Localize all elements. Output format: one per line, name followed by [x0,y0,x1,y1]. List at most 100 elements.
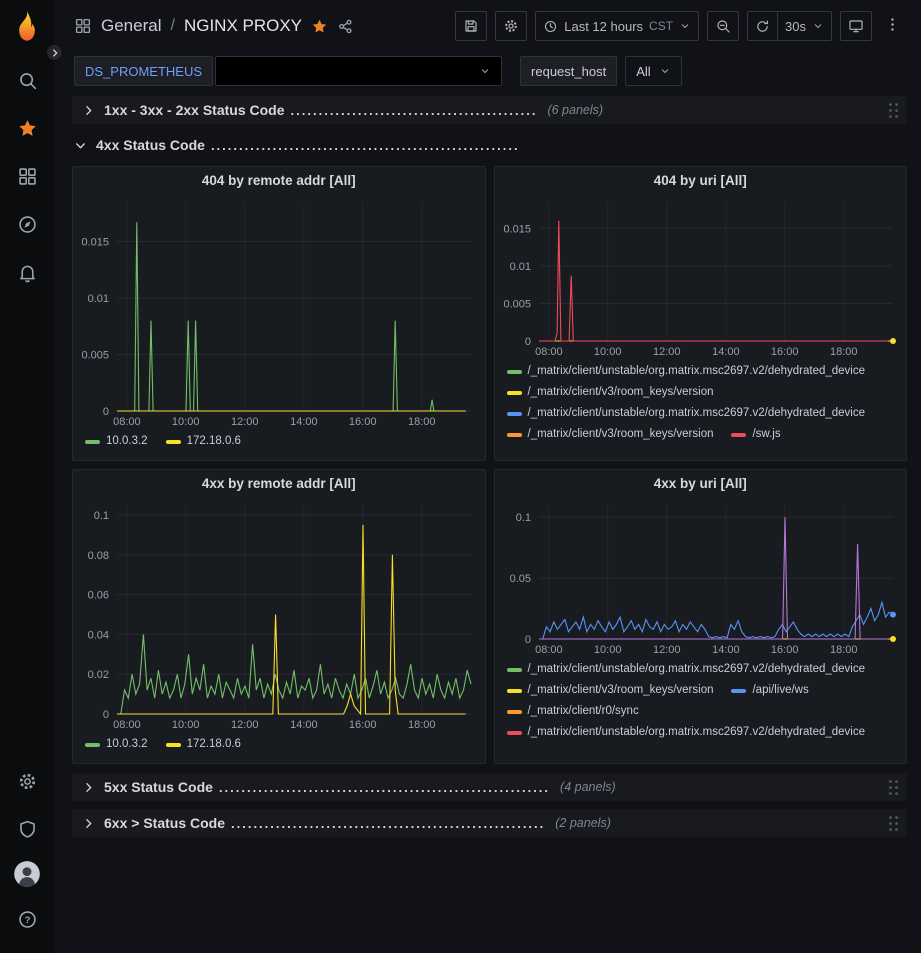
row-panel-count: (6 panels) [547,103,603,117]
svg-text:08:00: 08:00 [113,416,141,428]
legend-label: /_matrix/client/v3/room_keys/version [528,382,714,403]
refresh-interval-dropdown[interactable]: 30s [777,11,832,41]
svg-text:18:00: 18:00 [830,644,858,656]
refresh-interval-label: 30s [785,19,806,34]
legend-item[interactable]: 172.18.0.6 [166,734,241,755]
grafana-logo-icon[interactable] [10,10,44,44]
row-title: 5xx Status Code [104,779,213,795]
legend-swatch [731,689,746,693]
breadcrumb-section[interactable]: General [101,16,161,36]
legend-item[interactable]: /_matrix/client/unstable/org.matrix.msc2… [507,403,866,424]
legend-item[interactable]: /_matrix/client/unstable/org.matrix.msc2… [507,722,866,743]
legend-label: /_matrix/client/unstable/org.matrix.msc2… [528,659,866,680]
row-panel-count: (4 panels) [560,780,616,794]
zoom-out-button[interactable] [707,11,739,41]
question-circle-icon: ? [17,909,38,930]
dashboard-row-6xx[interactable]: 6xx > Status Code ......................… [72,809,907,837]
breadcrumb: General / NGINX PROXY [74,16,354,36]
timeseries-chart[interactable]: 08:0010:0012:0014:0016:0018:0000.0050.01… [73,194,485,429]
svg-text:14:00: 14:00 [712,346,740,358]
apps-icon[interactable] [74,17,92,35]
svg-text:?: ? [24,915,30,926]
var-value-request-host-dropdown[interactable]: All [625,56,681,86]
configuration-icon[interactable] [7,760,47,802]
legend-label: 172.18.0.6 [187,431,241,452]
starred-icon[interactable] [7,107,47,149]
panel-404-by-remote-addr: 404 by remote addr [All] 08:0010:0012:00… [72,166,486,461]
dashboard-canvas: 1xx - 3xx - 2xx Status Code ............… [54,90,921,953]
svg-text:08:00: 08:00 [113,719,141,731]
server-admin-icon[interactable] [7,808,47,850]
svg-text:0.08: 0.08 [88,550,109,562]
dashboard-row-1xx-3xx-2xx[interactable]: 1xx - 3xx - 2xx Status Code ............… [72,96,907,124]
svg-text:14:00: 14:00 [290,416,318,428]
legend-swatch [166,440,181,444]
explore-icon[interactable] [7,203,47,245]
legend-item[interactable]: /_matrix/client/unstable/org.matrix.msc2… [507,361,866,382]
legend-item[interactable]: /_matrix/client/v3/room_keys/version [507,424,714,445]
legend-item[interactable]: 10.0.3.2 [85,431,148,452]
avatar-icon [13,860,41,888]
panel-title[interactable]: 4xx by remote addr [All] [73,470,485,497]
legend-row: /_matrix/client/v3/room_keys/version/sw.… [507,424,895,445]
refresh-button[interactable] [747,11,777,41]
panel-title[interactable]: 404 by remote addr [All] [73,167,485,194]
more-options-icon[interactable] [880,16,905,36]
svg-text:0: 0 [524,634,530,646]
alerting-icon[interactable] [7,251,47,293]
dashboard-row-5xx[interactable]: 5xx Status Code ........................… [72,773,907,801]
row-drag-handle[interactable] [888,815,899,832]
panel-404-by-uri: 404 by uri [All] 08:0010:0012:0014:0016:… [494,166,908,461]
legend-item[interactable]: /sw.js [731,424,780,445]
legend: /_matrix/client/unstable/org.matrix.msc2… [495,657,907,763]
gear-icon [503,18,519,34]
legend-item[interactable]: /_matrix/client/r0/sync [507,701,639,722]
timeseries-chart[interactable]: 08:0010:0012:0014:0016:0018:0000.0050.01… [495,194,907,359]
row-drag-handle[interactable] [888,102,899,119]
bell-icon [17,262,38,283]
row-panel-count: (2 panels) [555,816,611,830]
legend-row: 10.0.3.2 172.18.0.6 [85,734,473,755]
dashboards-icon[interactable] [7,155,47,197]
var-label-request-host[interactable]: request_host [520,56,617,86]
legend-label: 172.18.0.6 [187,734,241,755]
favorite-star-icon[interactable] [311,18,328,35]
legend-label: /_matrix/client/v3/room_keys/version [528,680,714,701]
user-avatar[interactable] [7,853,47,895]
legend-item[interactable]: /_matrix/client/v3/room_keys/version [507,680,714,701]
legend-swatch [507,689,522,693]
dashboard-settings-button[interactable] [495,11,527,41]
var-value-ds-dropdown[interactable] [215,56,502,86]
var-value-label: All [636,64,650,79]
row-title-dots: ........................................… [211,138,520,153]
svg-text:12:00: 12:00 [231,719,259,731]
legend-swatch [85,440,100,444]
sidebar-expand-button[interactable] [46,44,63,61]
panel-title[interactable]: 4xx by uri [All] [495,470,907,497]
panel-title[interactable]: 404 by uri [All] [495,167,907,194]
variables-bar: DS_PROMETHEUS request_host All [54,52,921,90]
legend-item[interactable]: /api/live/ws [731,680,808,701]
timeseries-chart[interactable]: 08:0010:0012:0014:0016:0018:0000.020.040… [73,497,485,732]
var-label-ds-prometheus[interactable]: DS_PROMETHEUS [74,56,213,86]
svg-text:0.02: 0.02 [88,669,109,681]
refresh-group: 30s [747,11,832,41]
help-icon[interactable]: ? [7,898,47,940]
time-range-picker[interactable]: Last 12 hours CST [535,11,699,41]
svg-text:0: 0 [103,406,109,418]
cycle-view-button[interactable] [840,11,872,41]
legend-item[interactable]: 172.18.0.6 [166,431,241,452]
breadcrumb-title[interactable]: NGINX PROXY [184,16,302,36]
save-dashboard-button[interactable] [455,11,487,41]
timeseries-chart[interactable]: 08:0010:0012:0014:0016:0018:0000.050.1 [495,497,907,657]
dashboard-row-4xx[interactable]: 4xx Status Code ........................… [72,132,907,158]
legend-item[interactable]: /_matrix/client/v3/room_keys/version [507,382,714,403]
legend-item[interactable]: /_matrix/client/unstable/org.matrix.msc2… [507,659,866,680]
legend-item[interactable]: 10.0.3.2 [85,734,148,755]
search-icon[interactable] [7,59,47,101]
svg-text:10:00: 10:00 [593,346,621,358]
legend-swatch [507,412,522,416]
share-icon[interactable] [337,18,354,35]
row-drag-handle[interactable] [888,779,899,796]
clock-icon [543,19,558,34]
